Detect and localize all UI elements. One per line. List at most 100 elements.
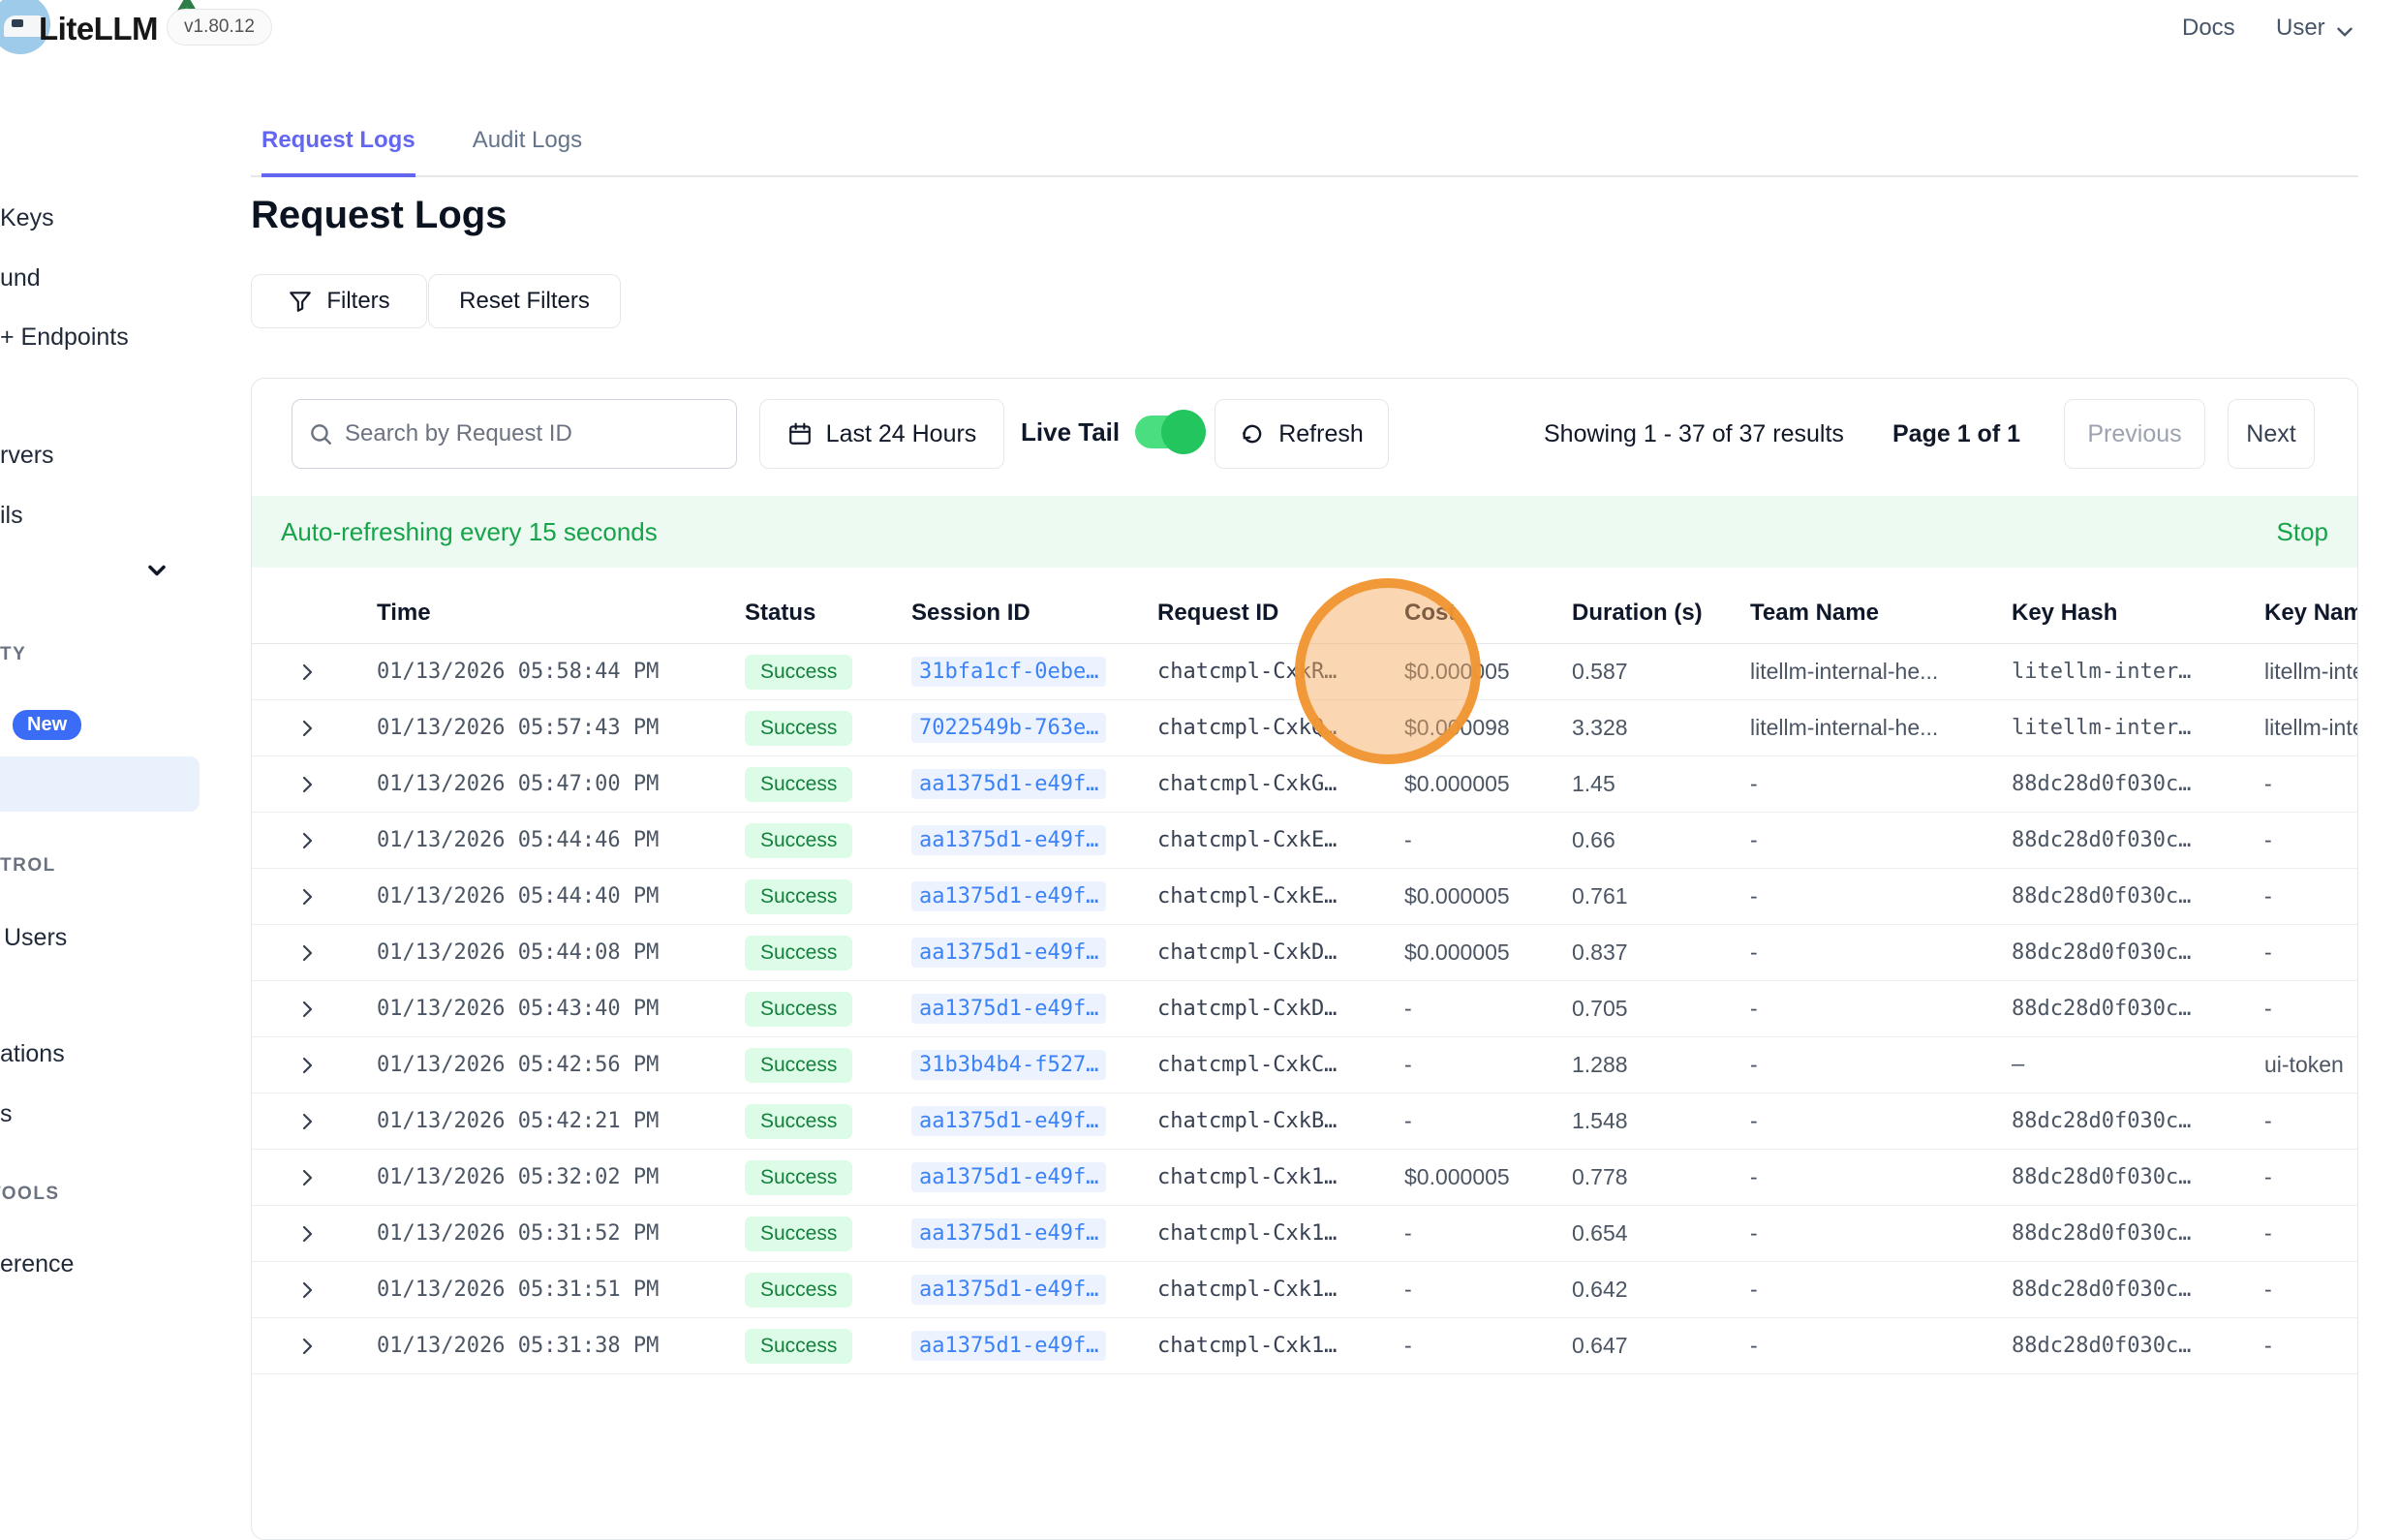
stop-auto-refresh-button[interactable]: Stop xyxy=(2277,517,2329,547)
expand-row-button[interactable] xyxy=(252,1166,377,1189)
table-row[interactable]: 01/13/2026 05:31:38 PM Success aa1375d1-… xyxy=(252,1318,2357,1374)
table-row[interactable]: 01/13/2026 05:58:44 PM Success 31bfa1cf-… xyxy=(252,644,2357,700)
chevron-right-icon xyxy=(295,941,319,965)
chevron-right-icon xyxy=(295,773,319,796)
table-row[interactable]: 01/13/2026 05:42:21 PM Success aa1375d1-… xyxy=(252,1093,2357,1150)
results-count: Showing 1 - 37 of 37 results xyxy=(1544,420,1844,448)
session-id-cell: aa1375d1-e49f… xyxy=(911,881,1157,911)
session-id-link[interactable]: aa1375d1-e49f… xyxy=(911,769,1106,799)
chevron-down-icon[interactable] xyxy=(2332,19,2357,45)
key-name-cell: - xyxy=(2264,1164,2357,1190)
session-id-link[interactable]: aa1375d1-e49f… xyxy=(911,881,1106,911)
expand-row-button[interactable] xyxy=(252,1054,377,1077)
expand-row-button[interactable] xyxy=(252,941,377,965)
session-id-link[interactable]: aa1375d1-e49f… xyxy=(911,994,1106,1024)
sidebar-item-playground[interactable]: und xyxy=(0,264,41,293)
sidebar-item-teams[interactable]: s xyxy=(0,1100,13,1128)
session-id-link[interactable]: aa1375d1-e49f… xyxy=(911,938,1106,968)
sidebar-item-logs-active[interactable] xyxy=(0,756,200,812)
expand-row-button[interactable] xyxy=(252,998,377,1021)
expand-row-button[interactable] xyxy=(252,1278,377,1302)
team-name-cell: - xyxy=(1750,1108,2012,1134)
table-row[interactable]: 01/13/2026 05:44:40 PM Success aa1375d1-… xyxy=(252,869,2357,925)
expand-row-button[interactable] xyxy=(252,773,377,796)
key-hash-cell: 88dc28d0f030c… xyxy=(2012,940,2264,965)
duration-cell: 0.647 xyxy=(1572,1333,1750,1359)
status-cell: Success xyxy=(745,1273,911,1308)
filters-label: Filters xyxy=(326,288,389,315)
status-badge: Success xyxy=(745,1160,852,1195)
team-name-cell: - xyxy=(1750,1052,2012,1078)
table-row[interactable]: 01/13/2026 05:44:46 PM Success aa1375d1-… xyxy=(252,813,2357,869)
previous-page-button[interactable]: Previous xyxy=(2064,399,2205,469)
sidebar-item-api-reference[interactable]: erence xyxy=(0,1250,74,1278)
key-hash-cell: 88dc28d0f030c… xyxy=(2012,1165,2264,1189)
session-id-link[interactable]: aa1375d1-e49f… xyxy=(911,1331,1106,1361)
tab-audit-logs[interactable]: Audit Logs xyxy=(473,127,582,175)
search-input[interactable] xyxy=(345,420,721,447)
sidebar-item-internal-users[interactable]: Users xyxy=(4,924,67,952)
session-id-link[interactable]: 7022549b-763e… xyxy=(911,713,1106,743)
version-badge: v1.80.12 xyxy=(167,9,272,46)
key-name-cell: - xyxy=(2264,883,2357,909)
sidebar-item-mcp-servers[interactable]: rvers xyxy=(0,442,54,470)
table-row[interactable]: 01/13/2026 05:57:43 PM Success 7022549b-… xyxy=(252,700,2357,756)
session-id-link[interactable]: aa1375d1-e49f… xyxy=(911,1162,1106,1192)
key-hash-cell: 88dc28d0f030c… xyxy=(2012,1278,2264,1302)
reset-filters-button[interactable]: Reset Filters xyxy=(428,274,621,328)
expand-row-button[interactable] xyxy=(252,1110,377,1133)
expand-row-button[interactable] xyxy=(252,829,377,852)
page-title: Request Logs xyxy=(251,194,507,237)
time-cell: 01/13/2026 05:31:38 PM xyxy=(377,1334,745,1358)
table-row[interactable]: 01/13/2026 05:32:02 PM Success aa1375d1-… xyxy=(252,1150,2357,1206)
request-id-cell: chatcmpl-Cxk1… xyxy=(1157,1334,1404,1358)
cost-cell: $0.000005 xyxy=(1404,1164,1572,1190)
status-badge: Success xyxy=(745,879,852,914)
table-row[interactable]: 01/13/2026 05:43:40 PM Success aa1375d1-… xyxy=(252,981,2357,1037)
session-id-link[interactable]: 31bfa1cf-0ebe… xyxy=(911,657,1106,687)
status-cell: Success xyxy=(745,655,911,690)
key-hash-cell: 88dc28d0f030c… xyxy=(2012,1109,2264,1133)
session-id-link[interactable]: aa1375d1-e49f… xyxy=(911,825,1106,855)
expand-row-button[interactable] xyxy=(252,717,377,740)
table-row[interactable]: 01/13/2026 05:42:56 PM Success 31b3b4b4-… xyxy=(252,1037,2357,1093)
cost-cell: - xyxy=(1404,1052,1572,1078)
expand-row-button[interactable] xyxy=(252,1335,377,1358)
sidebar-item-organizations[interactable]: ations xyxy=(0,1040,65,1068)
next-page-button[interactable]: Next xyxy=(2228,399,2315,469)
duration-cell: 0.705 xyxy=(1572,996,1750,1022)
sidebar-item-models-endpoints[interactable]: + Endpoints xyxy=(0,323,129,352)
col-status: Status xyxy=(745,600,911,627)
session-id-link[interactable]: aa1375d1-e49f… xyxy=(911,1106,1106,1136)
table-row[interactable]: 01/13/2026 05:31:51 PM Success aa1375d1-… xyxy=(252,1262,2357,1318)
live-tail-toggle[interactable] xyxy=(1135,416,1199,448)
session-id-cell: aa1375d1-e49f… xyxy=(911,938,1157,968)
expand-row-button[interactable] xyxy=(252,661,377,684)
session-id-link[interactable]: 31b3b4b4-f527… xyxy=(911,1050,1106,1080)
session-id-cell: aa1375d1-e49f… xyxy=(911,1218,1157,1248)
time-range-button[interactable]: Last 24 Hours xyxy=(759,399,1004,469)
expand-row-button[interactable] xyxy=(252,1222,377,1246)
sidebar-item-virtual-keys[interactable]: Keys xyxy=(0,204,54,232)
table-row[interactable]: 01/13/2026 05:31:52 PM Success aa1375d1-… xyxy=(252,1206,2357,1262)
request-id-cell: chatcmpl-CxkE… xyxy=(1157,884,1404,909)
key-name-cell: - xyxy=(2264,939,2357,966)
status-cell: Success xyxy=(745,936,911,970)
docs-link[interactable]: Docs xyxy=(2182,15,2235,42)
table-row[interactable]: 01/13/2026 05:47:00 PM Success aa1375d1-… xyxy=(252,756,2357,813)
filters-button[interactable]: Filters xyxy=(251,274,427,328)
key-name-cell: - xyxy=(2264,1220,2357,1247)
chevron-down-icon[interactable] xyxy=(143,557,170,584)
sidebar-item-guardrails[interactable]: ils xyxy=(0,502,23,530)
expand-row-button[interactable] xyxy=(252,885,377,909)
user-menu[interactable]: User xyxy=(2276,15,2325,42)
refresh-button[interactable]: Refresh xyxy=(1215,399,1389,469)
time-cell: 01/13/2026 05:31:51 PM xyxy=(377,1278,745,1302)
session-id-link[interactable]: aa1375d1-e49f… xyxy=(911,1218,1106,1248)
duration-cell: 0.642 xyxy=(1572,1277,1750,1303)
tab-request-logs[interactable]: Request Logs xyxy=(261,127,415,177)
table-row[interactable]: 01/13/2026 05:44:08 PM Success aa1375d1-… xyxy=(252,925,2357,981)
next-label: Next xyxy=(2246,420,2295,448)
status-cell: Success xyxy=(745,1160,911,1195)
session-id-link[interactable]: aa1375d1-e49f… xyxy=(911,1275,1106,1305)
